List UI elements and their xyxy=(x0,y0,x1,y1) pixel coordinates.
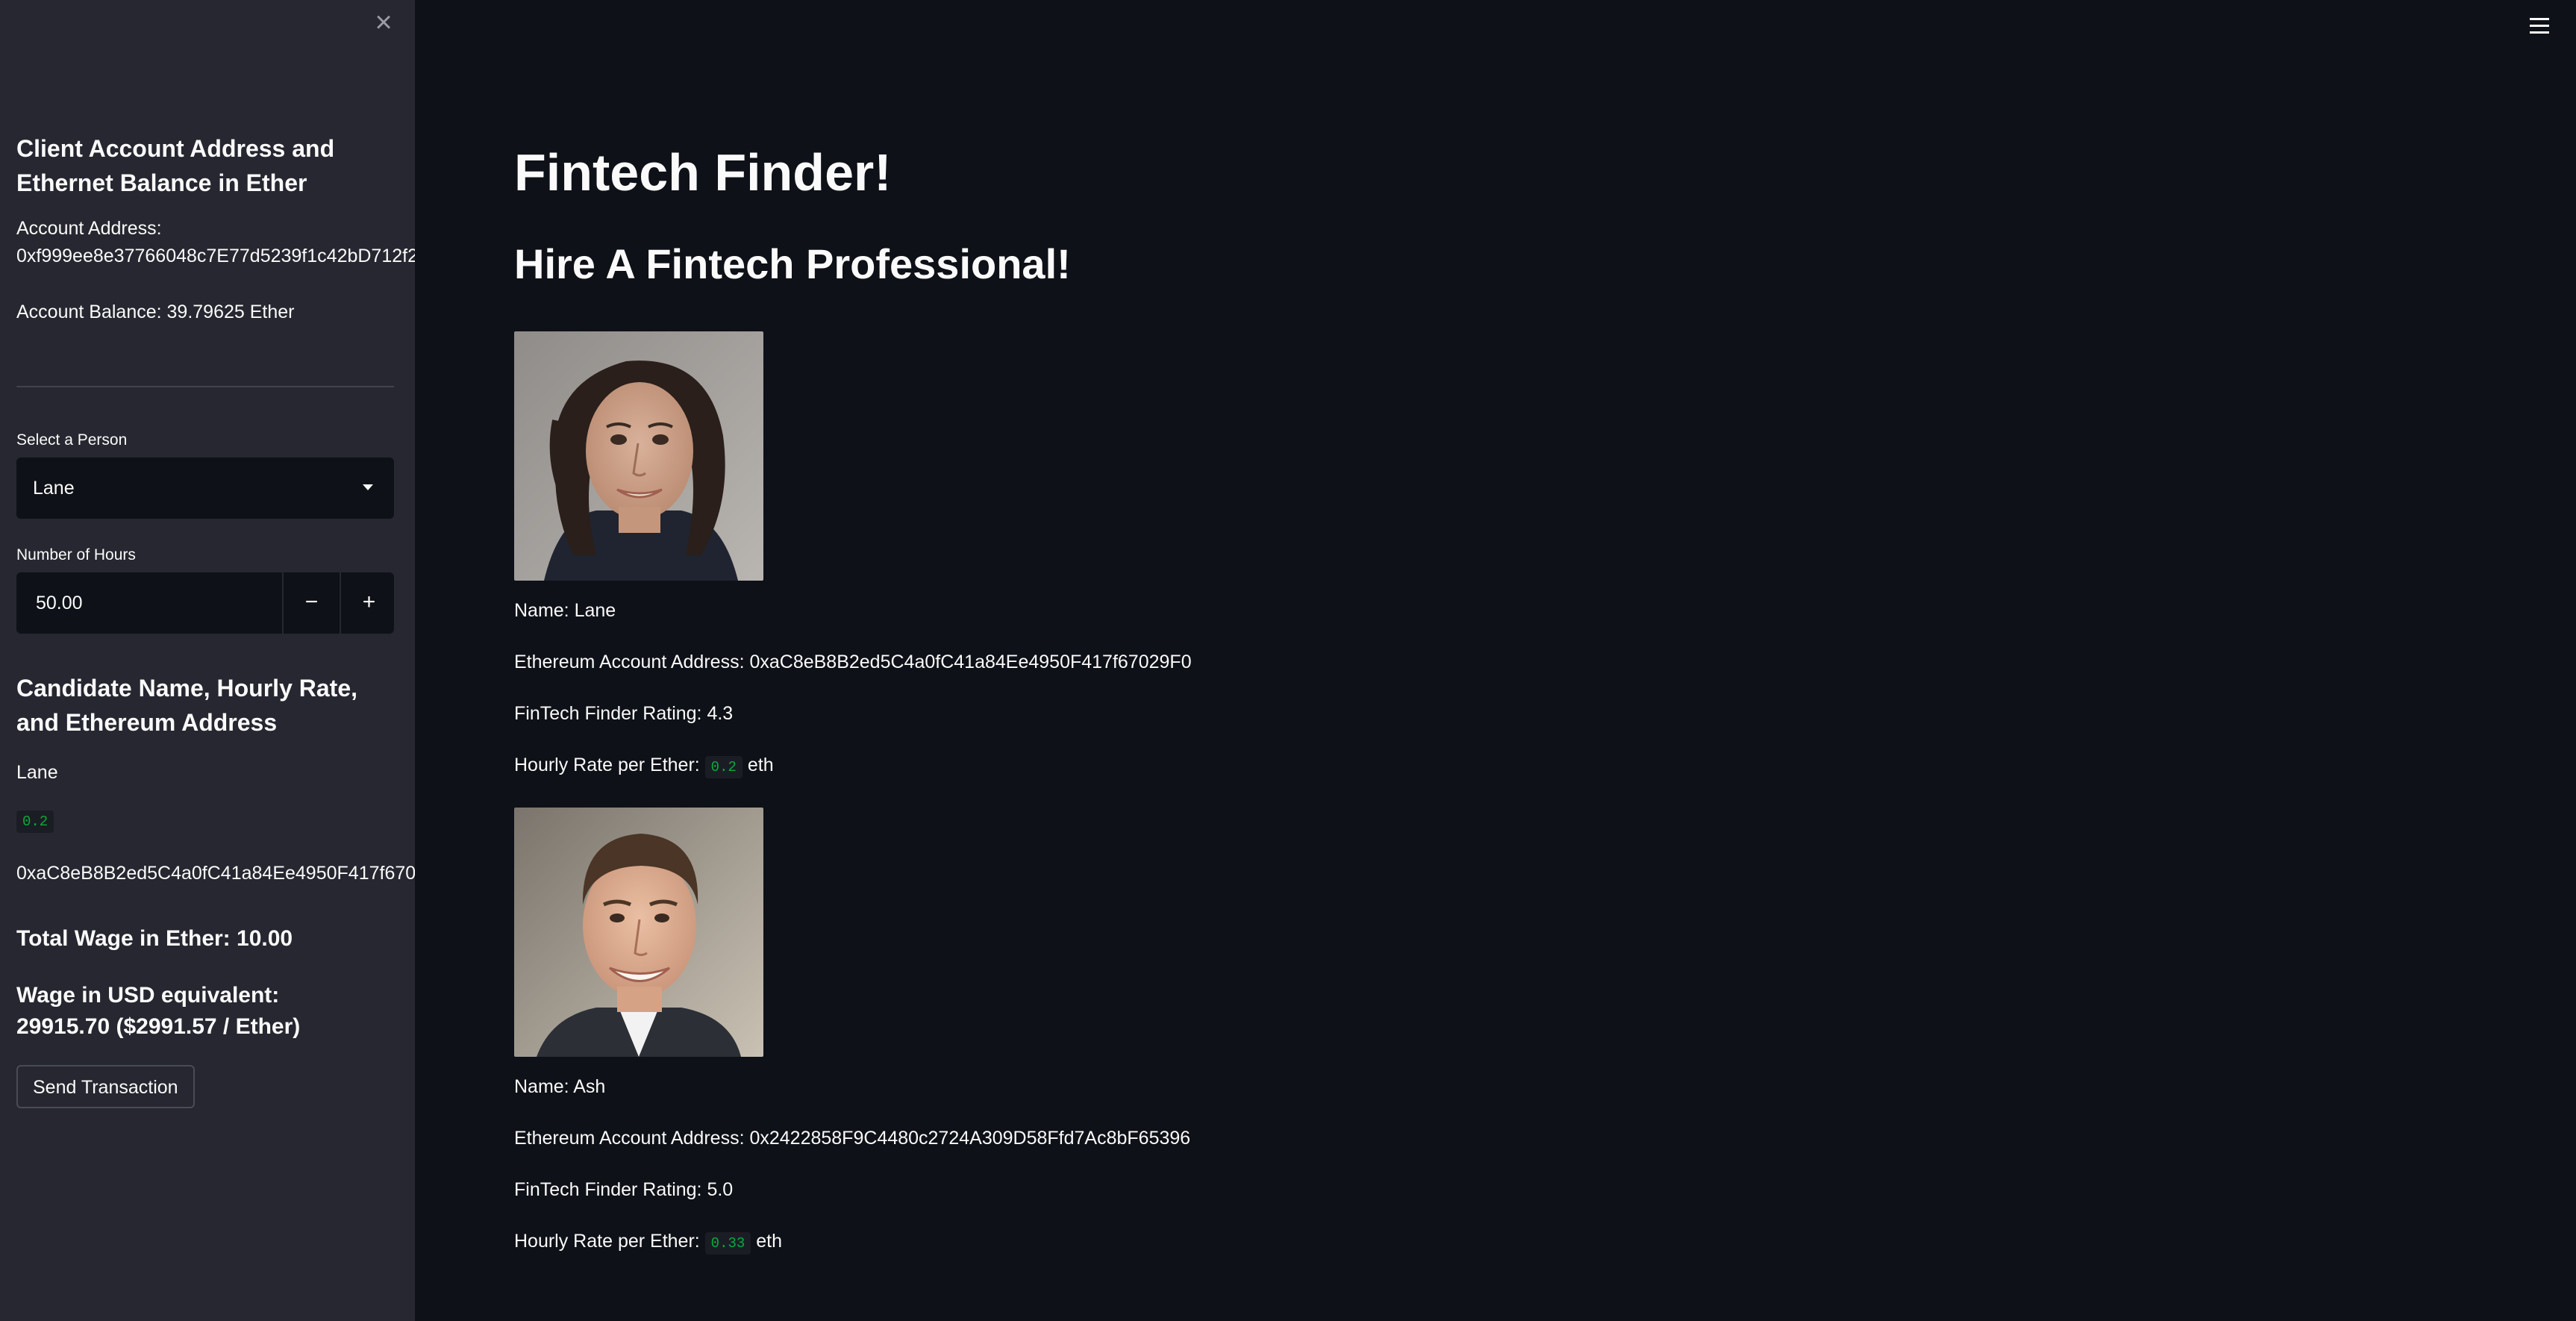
candidate-rate-code: 0.2 xyxy=(16,811,54,833)
candidate-photo-lane xyxy=(514,331,763,581)
select-person-label: Select a Person xyxy=(16,431,128,449)
rate-unit: eth xyxy=(747,755,774,775)
increment-button[interactable]: + xyxy=(340,572,397,634)
total-wage: Total Wage in Ether: 10.00 xyxy=(16,926,293,951)
chevron-down-icon xyxy=(363,484,373,490)
select-person-value: Lane xyxy=(33,478,75,499)
account-address-value: 0xf999ee8e37766048c7E77d5239f1c42bD712f2… xyxy=(16,246,415,266)
main-area: Fintech Finder! Hire A Fintech Professio… xyxy=(415,0,2576,1321)
page-subtitle: Hire A Fintech Professional! xyxy=(514,240,1071,287)
candidate-rating-lane: FinTech Finder Rating: 4.3 xyxy=(514,703,734,724)
candidate-name-ash: Name: Ash xyxy=(514,1076,606,1097)
portrait-image xyxy=(514,331,763,581)
decrement-button[interactable]: − xyxy=(282,572,340,634)
candidate-rate-lane: Hourly Rate per Ether: 0.2 eth xyxy=(514,752,1857,779)
candidate-heading: Candidate Name, Hourly Rate, and Ethereu… xyxy=(16,675,357,736)
app: × Client Account Address and Ethernet Ba… xyxy=(0,0,2576,1321)
candidate-rate-ash: Hourly Rate per Ether: 0.33 eth xyxy=(514,1228,1857,1255)
portrait-image xyxy=(514,808,763,1057)
account-balance: Account Balance: 39.79625 Ether xyxy=(16,302,295,322)
candidate-photo-ash xyxy=(514,808,763,1057)
send-transaction-button[interactable]: Send Transaction xyxy=(16,1065,195,1108)
candidate-name: Lane xyxy=(16,762,58,783)
page-title: Fintech Finder! xyxy=(514,143,892,202)
rate-code: 0.33 xyxy=(704,1232,751,1255)
candidate-address-lane: Ethereum Account Address: 0xaC8eB8B2ed5C… xyxy=(514,652,1192,672)
hours-input[interactable]: 50.00 xyxy=(16,572,282,634)
select-person-dropdown[interactable]: Lane xyxy=(16,457,394,519)
candidate-rating-ash: FinTech Finder Rating: 5.0 xyxy=(514,1179,734,1200)
rate-label: Hourly Rate per Ether: xyxy=(514,1231,700,1252)
account-heading: Client Account Address and Ethernet Bala… xyxy=(16,135,335,196)
rate-unit: eth xyxy=(756,1231,782,1252)
rate-code: 0.2 xyxy=(704,756,743,778)
close-icon[interactable]: × xyxy=(372,7,396,37)
hamburger-menu-icon[interactable] xyxy=(2530,18,2549,38)
sidebar: × Client Account Address and Ethernet Ba… xyxy=(0,0,415,1321)
hours-number-input: 50.00 − + xyxy=(16,572,394,634)
main-content: Fintech Finder! Hire A Fintech Professio… xyxy=(514,131,1857,1255)
usd-wage: Wage in USD equivalent: 29915.70 ($2991.… xyxy=(16,983,301,1039)
candidate-address: 0xaC8eB8B2ed5C4a0fC41a84Ee4950F417f67029… xyxy=(16,863,415,884)
rate-label: Hourly Rate per Ether: xyxy=(514,755,700,775)
candidate-name-lane: Name: Lane xyxy=(514,600,616,621)
sidebar-content: Client Account Address and Ethernet Bala… xyxy=(16,131,415,1108)
account-address-label: Account Address: xyxy=(16,218,162,239)
candidate-address-ash: Ethereum Account Address: 0x2422858F9C44… xyxy=(514,1128,1191,1149)
hours-label: Number of Hours xyxy=(16,546,136,563)
